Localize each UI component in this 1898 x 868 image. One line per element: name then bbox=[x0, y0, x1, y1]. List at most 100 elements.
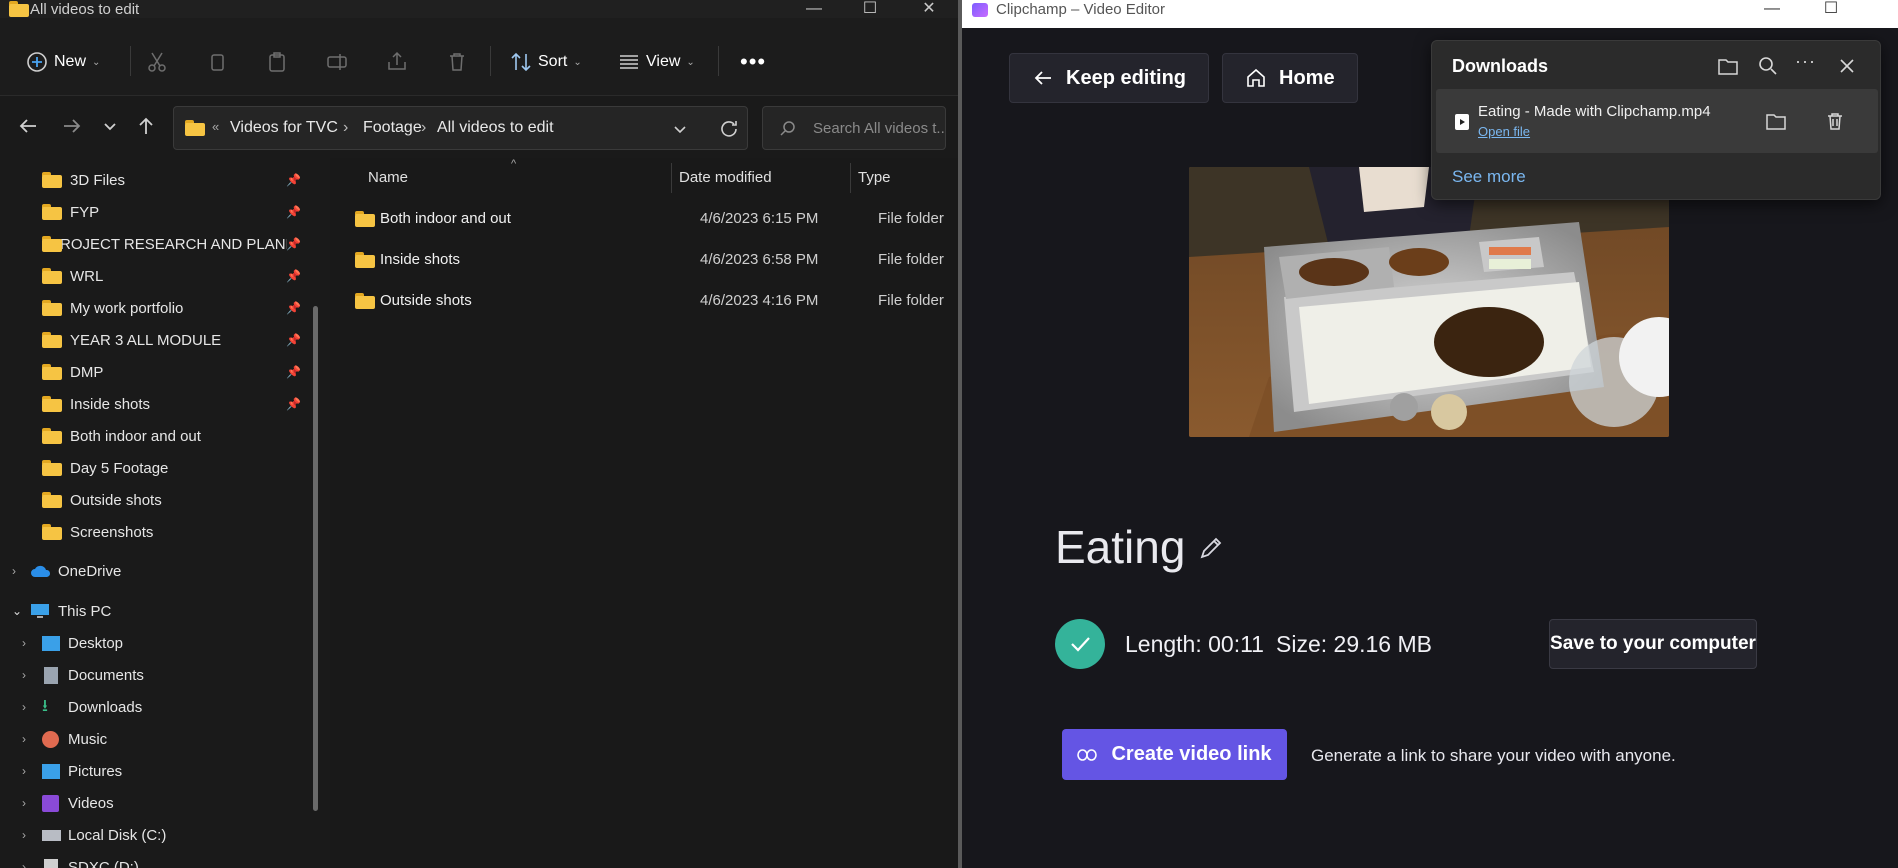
sidebar-item-fyp[interactable]: FYP bbox=[42, 197, 352, 227]
sidebar-item-inside-shots[interactable]: Inside shots bbox=[42, 389, 352, 419]
sd-card-icon bbox=[44, 858, 58, 868]
minimize-icon[interactable]: — bbox=[800, 0, 828, 18]
sidebar-item-this-pc[interactable]: ⌄ This PC bbox=[12, 596, 322, 626]
delete-icon[interactable] bbox=[1824, 110, 1846, 132]
sidebar-item-local-disk-c[interactable]: › Local Disk (C:) bbox=[22, 820, 332, 850]
table-row[interactable]: Inside shots 4/6/2023 6:58 PM File folde… bbox=[350, 240, 960, 280]
up-arrow-icon[interactable] bbox=[134, 114, 158, 138]
sidebar-item-downloads[interactable]: › ⭳ Downloads bbox=[22, 692, 332, 722]
sidebar-item-documents[interactable]: › Documents bbox=[22, 660, 332, 690]
pin-icon[interactable]: 📌 bbox=[286, 205, 301, 219]
pin-icon[interactable]: 📌 bbox=[286, 301, 301, 315]
pin-icon[interactable]: 📌 bbox=[286, 397, 301, 411]
video-title[interactable]: Eating bbox=[1055, 520, 1185, 574]
sidebar-item-label: Music bbox=[68, 730, 108, 748]
edit-pencil-icon[interactable] bbox=[1197, 534, 1225, 562]
video-preview-thumbnail[interactable] bbox=[1189, 167, 1669, 437]
expand-chevron-icon[interactable]: › bbox=[22, 796, 42, 810]
close-icon[interactable] bbox=[1836, 55, 1858, 77]
maximize-icon[interactable]: ☐ bbox=[1817, 0, 1845, 18]
close-icon[interactable]: ✕ bbox=[915, 0, 943, 18]
more-options-icon[interactable]: ••• bbox=[740, 48, 766, 76]
open-folder-icon[interactable] bbox=[1717, 55, 1739, 77]
expand-chevron-icon[interactable]: › bbox=[22, 828, 42, 842]
maximize-icon[interactable]: ☐ bbox=[856, 0, 884, 18]
sidebar-item-both-indoor-and-out[interactable]: Both indoor and out bbox=[42, 421, 352, 451]
pin-icon[interactable]: 📌 bbox=[286, 365, 301, 379]
table-row[interactable]: Both indoor and out 4/6/2023 6:15 PM Fil… bbox=[350, 199, 960, 239]
expand-chevron-icon[interactable]: › bbox=[22, 764, 42, 778]
expand-chevron-icon[interactable]: › bbox=[12, 564, 30, 578]
new-button[interactable]: New ⌄ bbox=[26, 48, 100, 76]
minimize-icon[interactable]: — bbox=[1758, 0, 1786, 18]
home-button[interactable]: Home bbox=[1222, 53, 1358, 103]
save-to-computer-button[interactable]: Save to your computer bbox=[1549, 619, 1757, 669]
column-divider[interactable] bbox=[850, 163, 851, 193]
folder-icon bbox=[42, 268, 62, 284]
breadcrumb-footage[interactable]: Footage bbox=[363, 119, 422, 137]
column-header-date-modified[interactable]: Date modified bbox=[679, 169, 772, 186]
overflow-chevron-icon[interactable]: « bbox=[212, 119, 219, 134]
sidebar-item-3d-files[interactable]: 3D Files bbox=[42, 165, 352, 195]
pin-icon[interactable]: 📌 bbox=[286, 333, 301, 347]
column-header-name[interactable]: Name bbox=[368, 169, 408, 186]
collapse-chevron-icon[interactable]: ⌄ bbox=[12, 604, 30, 618]
sidebar-item-project-research[interactable]: PROJECT RESEARCH AND PLANN bbox=[42, 229, 287, 259]
pin-icon[interactable]: 📌 bbox=[286, 237, 301, 251]
sidebar-item-wrl[interactable]: WRL bbox=[42, 261, 352, 291]
create-video-link-button[interactable]: Create video link bbox=[1062, 729, 1287, 780]
rename-icon[interactable] bbox=[325, 50, 349, 74]
view-button[interactable]: View ⌄ bbox=[618, 48, 695, 76]
sidebar-item-dmp[interactable]: DMP bbox=[42, 357, 352, 387]
sidebar-item-my-work-portfolio[interactable]: My work portfolio bbox=[42, 293, 352, 323]
sidebar-item-onedrive[interactable]: › OneDrive bbox=[12, 556, 322, 586]
address-bar[interactable]: « Videos for TVC › Footage › All videos … bbox=[173, 106, 748, 150]
sidebar-item-videos[interactable]: › Videos bbox=[22, 788, 332, 818]
column-divider[interactable] bbox=[671, 163, 672, 193]
pin-icon[interactable]: 📌 bbox=[286, 269, 301, 283]
expand-chevron-icon[interactable]: › bbox=[22, 636, 42, 650]
more-options-icon[interactable]: ··· bbox=[1795, 51, 1817, 73]
show-in-folder-icon[interactable] bbox=[1765, 110, 1787, 132]
share-icon[interactable] bbox=[385, 50, 409, 74]
sidebar-item-label: 3D Files bbox=[70, 171, 126, 189]
search-icon[interactable] bbox=[1757, 55, 1779, 77]
sidebar-item-day-5-footage[interactable]: Day 5 Footage bbox=[42, 453, 352, 483]
sidebar-item-desktop[interactable]: › Desktop bbox=[22, 628, 332, 658]
copy-icon[interactable] bbox=[205, 50, 229, 74]
back-arrow-icon[interactable] bbox=[16, 114, 40, 138]
recent-locations-chevron-icon[interactable] bbox=[98, 114, 122, 138]
keep-editing-button[interactable]: Keep editing bbox=[1009, 53, 1210, 103]
sidebar-item-year-3-all-module[interactable]: YEAR 3 ALL MODULE bbox=[42, 325, 352, 355]
sidebar-item-outside-shots[interactable]: Outside shots bbox=[42, 485, 352, 515]
refresh-icon[interactable] bbox=[718, 118, 740, 140]
sidebar-item-pictures[interactable]: › Pictures bbox=[22, 756, 332, 786]
sidebar-item-sdxc-d[interactable]: › SDXC (D:) bbox=[22, 852, 332, 868]
sidebar-item-music[interactable]: › Music bbox=[22, 724, 332, 754]
expand-chevron-icon[interactable]: › bbox=[22, 668, 42, 682]
sort-button[interactable]: Sort ⌄ bbox=[510, 48, 582, 76]
search-input[interactable]: Search All videos t... bbox=[762, 106, 946, 150]
table-row[interactable]: Outside shots 4/6/2023 4:16 PM File fold… bbox=[350, 281, 960, 321]
expand-chevron-icon[interactable]: › bbox=[22, 700, 42, 714]
address-dropdown-chevron-icon[interactable] bbox=[670, 119, 690, 139]
see-more-link[interactable]: See more bbox=[1452, 167, 1526, 187]
open-file-link[interactable]: Open file bbox=[1478, 124, 1530, 139]
sidebar-item-label: Screenshots bbox=[70, 523, 154, 541]
pin-icon[interactable]: 📌 bbox=[286, 173, 301, 187]
explorer-window-title: All videos to edit bbox=[30, 1, 140, 18]
folder-icon bbox=[42, 428, 62, 444]
expand-chevron-icon[interactable]: › bbox=[22, 860, 42, 868]
breadcrumb-all-videos-to-edit[interactable]: All videos to edit bbox=[437, 119, 554, 137]
download-item[interactable]: Eating - Made with Clipchamp.mp4 Open fi… bbox=[1436, 89, 1878, 153]
column-header-type[interactable]: Type bbox=[858, 169, 891, 186]
cut-icon[interactable] bbox=[145, 50, 169, 74]
sidebar-item-label: Local Disk (C:) bbox=[68, 826, 167, 844]
paste-icon[interactable] bbox=[265, 50, 289, 74]
sidebar-scrollbar[interactable] bbox=[313, 306, 318, 811]
sidebar-item-screenshots[interactable]: Screenshots bbox=[42, 517, 352, 547]
forward-arrow-icon[interactable] bbox=[60, 114, 84, 138]
expand-chevron-icon[interactable]: › bbox=[22, 732, 42, 746]
breadcrumb-videos-for-tvc[interactable]: Videos for TVC bbox=[230, 119, 338, 137]
delete-icon[interactable] bbox=[445, 50, 469, 74]
